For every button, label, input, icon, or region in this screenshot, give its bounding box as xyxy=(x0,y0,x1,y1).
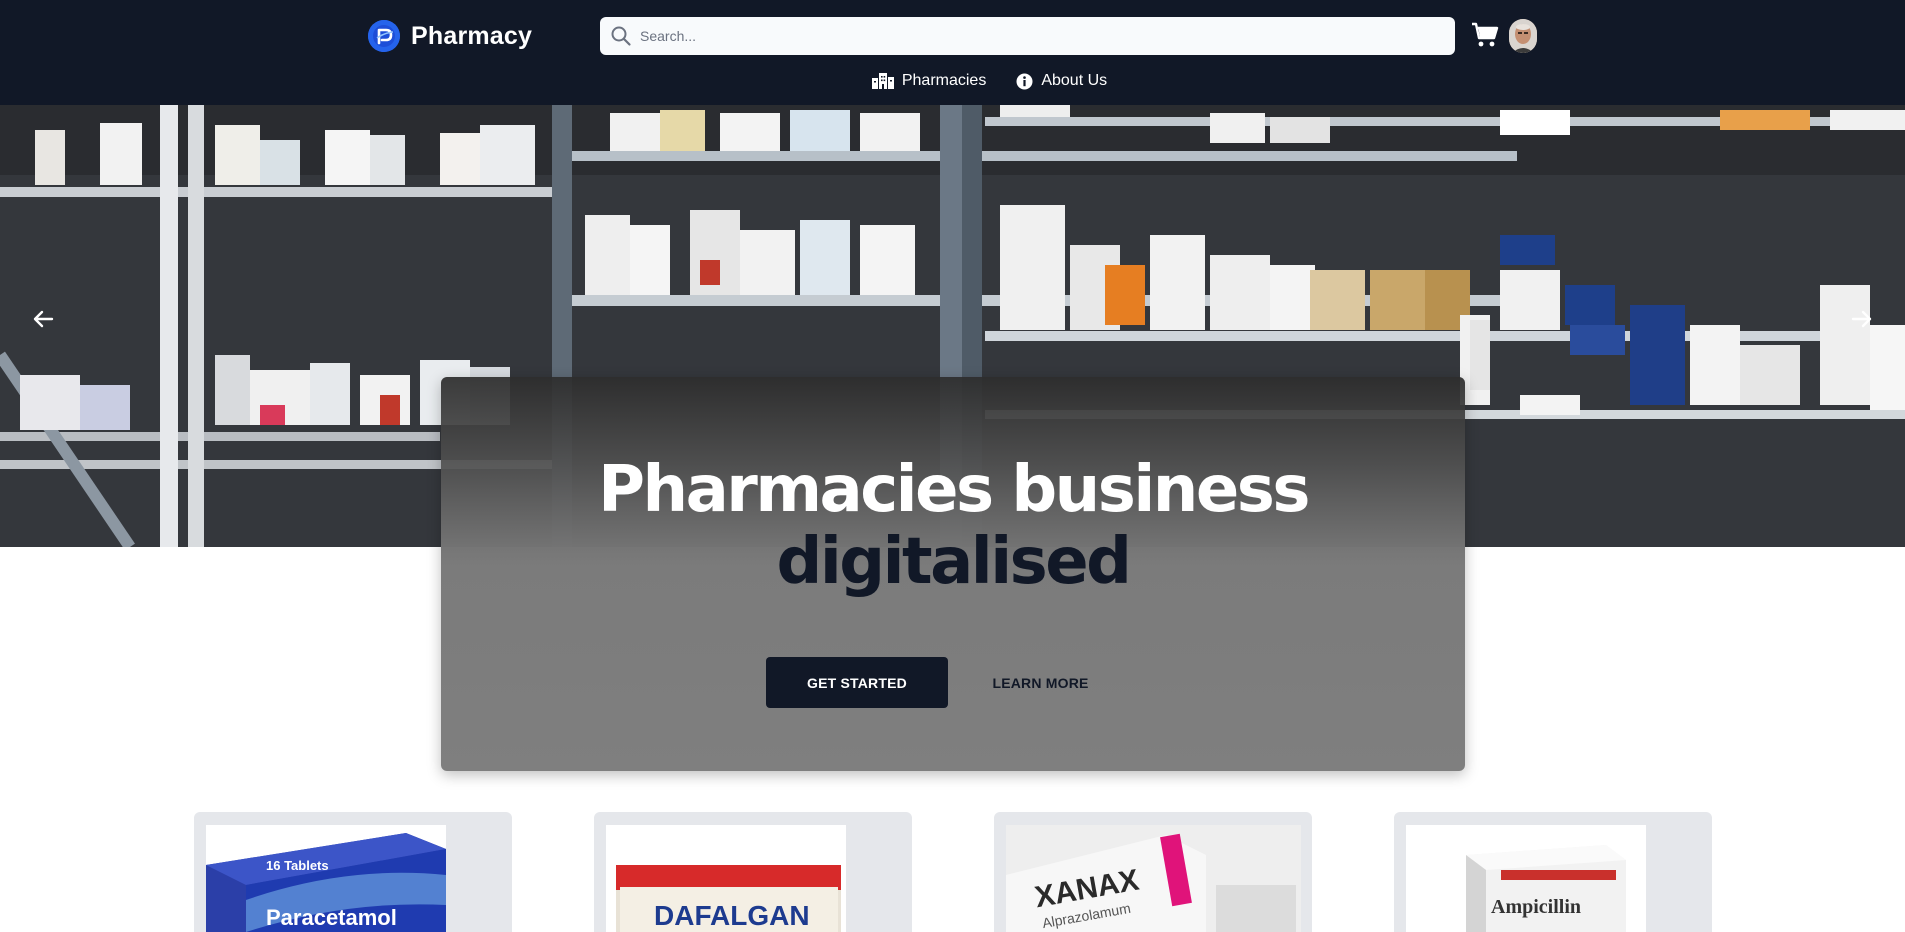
search-input[interactable] xyxy=(640,28,1420,44)
product-image: Ampicillin xyxy=(1406,825,1646,932)
user-avatar[interactable] xyxy=(1509,19,1537,53)
product-grid: Paracetamol 16 Tablets Paracetamol Dafal… xyxy=(0,812,1905,932)
product-card-paracetamol[interactable]: Paracetamol 16 Tablets Paracetamol xyxy=(194,812,512,932)
nav-link-pharmacies[interactable]: Pharmacies xyxy=(871,72,987,90)
product-image: XANAX Alprazolamum xyxy=(1006,825,1301,932)
get-started-button[interactable]: GET STARTED xyxy=(766,657,948,708)
hero-title-line-1: Pharmacies business xyxy=(598,453,1310,527)
brand-name: Pharmacy xyxy=(411,21,533,50)
info-icon xyxy=(1016,73,1033,90)
nav-link-about-us[interactable]: About Us xyxy=(1016,72,1107,90)
product-image: DAFALGAN xyxy=(606,825,846,932)
buildings-icon xyxy=(871,73,894,89)
nav-link-label: About Us xyxy=(1041,72,1108,89)
carousel-prev-button[interactable] xyxy=(23,301,63,341)
product-card-dafalgan[interactable]: Dafalgan DAFALGAN xyxy=(594,812,912,932)
product-name: Paracetamol xyxy=(194,812,195,813)
main-nav: Pharmacies About Us xyxy=(0,72,1905,90)
product-badge-text: 16 Tablets xyxy=(266,858,329,873)
product-box-text: Ampicillin xyxy=(1491,896,1581,918)
brand-home-link[interactable]: Pharmacy xyxy=(368,20,532,52)
carousel-next-button[interactable] xyxy=(1842,301,1882,341)
product-card-ampicillin[interactable]: Ampicillin Ampicillin xyxy=(1394,812,1712,932)
nav-link-label: Pharmacies xyxy=(901,72,987,89)
product-name: Dafalgan xyxy=(594,812,595,813)
search-bar xyxy=(600,17,1455,55)
arrow-right-icon xyxy=(1851,310,1873,333)
arrow-left-icon xyxy=(32,310,54,333)
learn-more-button[interactable]: LEARN MORE xyxy=(978,657,1103,708)
hero-card: Pharmacies business digitalised GET STAR… xyxy=(441,377,1465,771)
hero-title-line-2: digitalised xyxy=(776,525,1132,599)
product-box-text: Paracetamol xyxy=(266,905,397,930)
product-card-xanax[interactable]: Xanax XANAX Alprazolamum xyxy=(994,812,1312,932)
navbar: Pharmacy Search... Pharmacies About Us xyxy=(0,0,1905,105)
product-name: Xanax xyxy=(994,812,995,813)
product-box-text: DAFALGAN xyxy=(654,900,810,931)
pharmacy-logo-icon xyxy=(368,20,400,52)
product-image: 16 Tablets Paracetamol xyxy=(206,825,446,932)
hero-title: Pharmacies business digitalised xyxy=(441,454,1465,598)
cart-icon[interactable] xyxy=(1470,20,1500,50)
search-icon xyxy=(610,25,632,47)
product-name: Ampicillin xyxy=(1394,812,1395,813)
